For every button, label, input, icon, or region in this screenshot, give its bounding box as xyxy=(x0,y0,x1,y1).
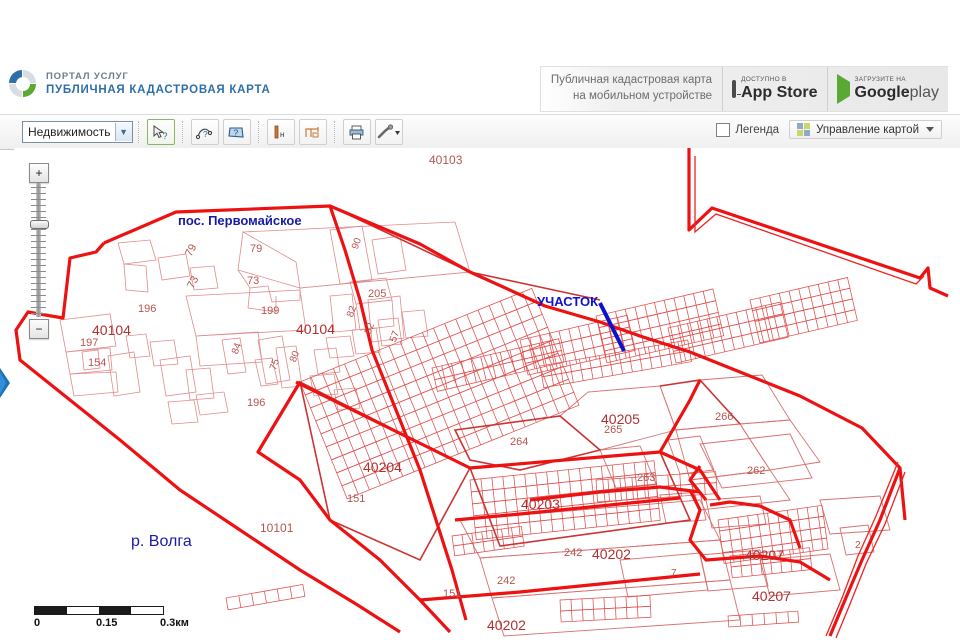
scale-bar-labels: 0 0.15 0.3км xyxy=(34,617,189,631)
zoom-tick xyxy=(31,301,46,302)
legend-checkbox[interactable]: Легенда xyxy=(716,122,780,137)
expand-arrow-icon xyxy=(0,368,10,398)
zoom-slider-handle[interactable] xyxy=(30,220,49,229)
zoom-tick xyxy=(31,193,46,194)
zoom-tick xyxy=(31,241,46,242)
googleplay-big-label-2: play xyxy=(909,84,939,102)
svg-text:н: н xyxy=(280,130,284,139)
googleplay-big-label: Google xyxy=(854,84,910,102)
zoom-tick xyxy=(31,235,46,236)
appstore-small-label: Доступно в xyxy=(741,75,787,83)
side-panel-expander[interactable] xyxy=(0,368,12,398)
rosreestr-logo-icon xyxy=(8,69,38,99)
object-type-select-value: Недвижимость xyxy=(28,125,111,139)
mobile-app-promo: Публичная кадастровая карта на мобильном… xyxy=(539,66,948,112)
measure-distance-icon: ? xyxy=(195,128,213,139)
zoom-out-button[interactable]: − xyxy=(29,319,49,339)
iphone-icon xyxy=(732,80,737,98)
zoom-tick xyxy=(31,199,46,200)
legend-label: Легенда xyxy=(735,123,780,136)
cadastral-map-canvas[interactable]: 40103 79 79 73 73 90 205 196 199 40104 40104 197 154… xyxy=(14,148,960,640)
map-control-label: Управление картой xyxy=(816,123,919,136)
scale-tick-label: 0 xyxy=(34,617,41,629)
promo-line-2: на мобильном устройстве xyxy=(573,90,713,102)
toolbar-divider xyxy=(257,121,260,143)
zoom-slider-control[interactable]: + − xyxy=(29,163,49,339)
coordinate-marker-icon: н xyxy=(274,125,284,139)
brand-block[interactable]: ПОРТАЛ УСЛУГ ПУБЛИЧНАЯ КАДАСТРОВАЯ КАРТА xyxy=(8,69,271,99)
permalink-tool-button[interactable] xyxy=(374,119,403,145)
printer-icon xyxy=(349,125,364,139)
zoom-tick xyxy=(31,211,46,212)
appstore-badge[interactable]: Доступно в App Store xyxy=(722,67,826,111)
toolbar-divider xyxy=(333,121,336,143)
svg-text:?: ? xyxy=(234,127,239,137)
promo-line-1: Публичная кадастровая карта xyxy=(550,74,713,87)
zoom-tick xyxy=(31,205,46,206)
brand-line-2: ПУБЛИЧНАЯ КАДАСТРОВАЯ КАРТА xyxy=(46,83,271,96)
map-control-dropdown[interactable]: Управление картой xyxy=(789,120,942,139)
dense-plot-grids xyxy=(225,277,858,628)
chevron-down-icon: ▼ xyxy=(114,123,132,141)
page-top-whitespace xyxy=(0,0,960,60)
chevron-down-icon xyxy=(926,127,934,132)
zoom-tick xyxy=(31,289,46,290)
measure-distance-tool-button[interactable]: ? xyxy=(190,119,219,145)
coordinates-tool-button[interactable]: н xyxy=(266,119,295,145)
zoom-tick xyxy=(31,271,46,272)
site-header: ПОРТАЛ УСЛУГ ПУБЛИЧНАЯ КАДАСТРОВАЯ КАРТА… xyxy=(0,60,960,114)
map-scale-bar: 0 0.15 0.3км xyxy=(34,606,189,631)
zoom-tick xyxy=(31,229,46,230)
toolbar-divider xyxy=(181,121,184,143)
thematic-map-icon xyxy=(305,126,319,137)
measure-area-icon: ? xyxy=(228,126,244,138)
zoom-tick xyxy=(31,313,46,314)
zoom-tick xyxy=(31,277,46,278)
toolbar-divider xyxy=(137,121,140,143)
svg-text:?: ? xyxy=(203,129,208,139)
scale-bar-graphic xyxy=(34,606,164,615)
googleplay-badge[interactable]: ЗАГРУЗИТЕ НА Googleplay xyxy=(826,67,948,111)
select-info-tool-button[interactable]: ? xyxy=(146,119,175,145)
print-tool-button[interactable] xyxy=(342,119,371,145)
appstore-big-label: App Store xyxy=(741,84,818,102)
map-toolbar: Недвижимость ▼ ? ? ? н Легенда Управлени… xyxy=(0,114,960,150)
object-type-select[interactable]: Недвижимость ▼ xyxy=(22,121,133,143)
checkbox-box-icon xyxy=(716,122,731,137)
zoom-tick xyxy=(31,253,46,254)
grid-icon xyxy=(797,123,811,136)
zoom-tick xyxy=(31,259,46,260)
cursor-question-icon: ? xyxy=(153,124,168,141)
zoom-tick xyxy=(31,283,46,284)
zoom-tick xyxy=(31,295,46,296)
zoom-tick xyxy=(31,187,46,188)
google-play-icon xyxy=(836,74,850,104)
zoom-tick xyxy=(31,307,46,308)
zoom-tick xyxy=(31,265,46,266)
googleplay-small-label: ЗАГРУЗИТЕ НА xyxy=(854,75,906,83)
zoom-tick xyxy=(31,217,46,218)
promo-text: Публичная кадастровая карта на мобильном… xyxy=(541,67,722,111)
measure-area-tool-button[interactable]: ? xyxy=(222,119,251,145)
scale-tick-label: 0.3км xyxy=(160,617,189,629)
cadastral-map-application: ПОРТАЛ УСЛУГ ПУБЛИЧНАЯ КАДАСТРОВАЯ КАРТА… xyxy=(0,0,960,640)
zoom-slider-track[interactable] xyxy=(36,183,41,317)
cadastral-quarter-boundary xyxy=(14,148,949,637)
map-vector-layer xyxy=(14,148,949,639)
brand-line-1: ПОРТАЛ УСЛУГ xyxy=(46,70,129,82)
cadastral-quarter-boundary-inner xyxy=(694,156,925,639)
link-icon xyxy=(377,123,400,138)
thematic-map-tool-button[interactable] xyxy=(298,119,327,145)
svg-text:?: ? xyxy=(163,131,168,141)
scale-tick-label: 0.15 xyxy=(96,617,118,629)
zoom-in-button[interactable]: + xyxy=(29,163,49,183)
zoom-tick xyxy=(31,247,46,248)
